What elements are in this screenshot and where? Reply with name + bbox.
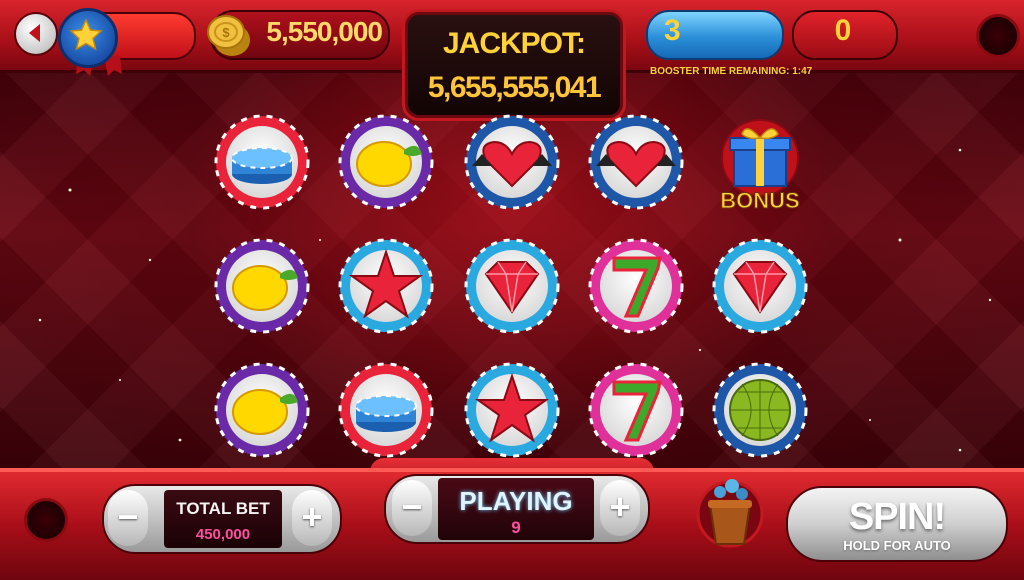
booster-time-remaining: BOOSTER TIME REMAINING: 1:47 xyxy=(650,66,813,77)
bonus-label: BONUS xyxy=(720,188,799,210)
playing-value: 9 xyxy=(511,518,521,537)
jackpot-label: JACKPOT: xyxy=(442,27,586,60)
heart-spade-symbol-icon xyxy=(588,114,684,210)
back-arrow-icon xyxy=(29,24,40,42)
coin-balance-value: 5,550,000 xyxy=(266,16,383,47)
blue-chips-symbol-icon xyxy=(338,362,434,458)
level-star-badge[interactable] xyxy=(58,8,118,68)
red-star-symbol-icon xyxy=(338,238,434,334)
lemon-symbol-icon xyxy=(214,238,310,334)
bonus-pot-icon[interactable] xyxy=(692,468,768,554)
diamond-symbol-icon xyxy=(712,238,808,334)
total-bet-value: 450,000 xyxy=(195,526,251,543)
spin-hold-for-auto-label: HOLD FOR AUTO xyxy=(843,538,951,553)
jackpot-value: 5,655,555,041 xyxy=(427,71,602,104)
lines-minus-button[interactable]: − xyxy=(392,480,432,536)
lemon-symbol-icon xyxy=(214,362,310,458)
back-button[interactable] xyxy=(14,12,58,56)
star-level-icon xyxy=(69,18,103,51)
playing-display: PLAYING 9 xyxy=(438,478,594,540)
counter-value: 0 xyxy=(834,14,852,47)
seven-symbol-icon xyxy=(588,362,684,458)
red-star-symbol-icon xyxy=(464,362,560,458)
blue-chips-symbol-icon xyxy=(214,114,310,210)
playing-lines-control: − PLAYING 9 + xyxy=(384,474,650,544)
bonus-gift-symbol-icon: BONUS xyxy=(720,119,800,210)
spin-button[interactable]: SPIN! HOLD FOR AUTO xyxy=(786,486,1008,562)
total-bet-label: TOTAL BET xyxy=(176,499,270,518)
lemon-symbol-icon xyxy=(338,114,434,210)
svg-text:$: $ xyxy=(222,25,230,40)
jackpot-panel: JACKPOT: 5,655,555,041 xyxy=(405,12,623,118)
booster-count: 3 xyxy=(664,14,681,47)
playing-label: PLAYING xyxy=(459,486,573,516)
corner-ornament xyxy=(24,498,68,542)
total-bet-control: − TOTAL BET 450,000 + xyxy=(102,484,342,554)
bet-minus-button[interactable]: − xyxy=(108,490,148,546)
diamond-symbol-icon xyxy=(464,238,560,334)
bet-plus-button[interactable]: + xyxy=(292,490,332,546)
gold-coin-icon: $ xyxy=(207,15,250,56)
spin-label: SPIN! xyxy=(848,496,946,538)
seven-symbol-icon xyxy=(588,238,684,334)
disco-ball-symbol-icon xyxy=(712,362,808,458)
heart-spade-symbol-icon xyxy=(464,114,560,210)
corner-ornament xyxy=(976,14,1020,58)
total-bet-display: TOTAL BET 450,000 xyxy=(164,490,282,548)
lines-plus-button[interactable]: + xyxy=(600,480,640,536)
